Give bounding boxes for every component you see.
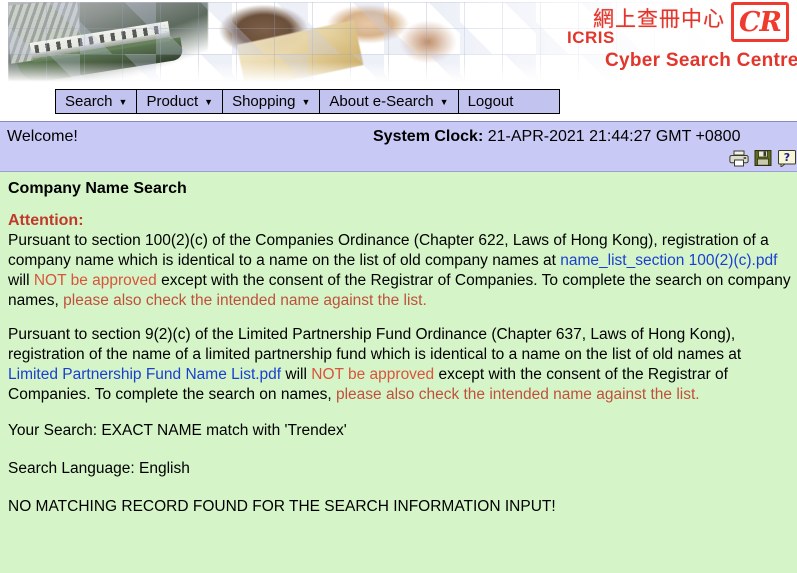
paragraph1-text-part2: will	[8, 272, 34, 289]
nav-item-logout[interactable]: Logout	[459, 90, 560, 113]
chevron-down-icon: ▼	[301, 97, 311, 107]
print-icon[interactable]	[729, 149, 749, 167]
nav-bar: Search ▼ Product ▼ Shopping ▼ About e-Se…	[55, 89, 561, 114]
page-title: Company Name Search	[8, 180, 187, 197]
brand-logo: 網上查冊中心 ICRIS Cyber Search Centre CR	[539, 2, 797, 80]
attention-heading: Attention:	[8, 212, 84, 229]
nav-item-search[interactable]: Search ▼	[56, 90, 138, 113]
paragraph2-notice-text: please also check the intended name agai…	[335, 386, 700, 403]
name-list-section-100-2-c-pdf-link[interactable]: name_list_section 100(2)(c).pdf	[560, 252, 777, 269]
nav-item-shopping[interactable]: Shopping ▼	[223, 90, 321, 113]
site-banner: 網上查冊中心 ICRIS Cyber Search Centre CR	[0, 0, 797, 85]
welcome-message: Welcome!	[7, 128, 78, 145]
paragraph2-text-part1: Pursuant to section 9(2)(c) of the Limit…	[8, 326, 742, 363]
status-bar: Welcome! System Clock: 21-APR-2021 21:44…	[0, 121, 797, 171]
main-navigation: Search ▼ Product ▼ Shopping ▼ About e-Se…	[0, 85, 797, 121]
paragraph1-notice-text: please also check the intended name agai…	[63, 292, 427, 309]
your-search-summary: Your Search: EXACT NAME match with 'Tren…	[8, 422, 347, 439]
no-matching-record-message: NO MATCHING RECORD FOUND FOR THE SEARCH …	[8, 498, 556, 515]
nav-item-label: Search	[65, 93, 113, 110]
nav-item-product[interactable]: Product ▼	[137, 90, 224, 113]
paragraph1-warning-text: NOT be approved	[33, 272, 157, 289]
chevron-down-icon: ▼	[439, 97, 449, 107]
nav-item-label: Logout	[467, 93, 514, 110]
notice-paragraph-limited-partnership-fund: Pursuant to section 9(2)(c) of the Limit…	[8, 325, 791, 405]
main-content: Company Name Search Attention: Pursuant …	[0, 171, 797, 573]
system-clock-value: 21-APR-2021 21:44:27 GMT +0800	[487, 128, 741, 145]
page-toolbar: ?	[729, 149, 797, 167]
notice-paragraph-companies-ordinance: Pursuant to section 100(2)(c) of the Com…	[8, 231, 791, 311]
logo-subtitle-text: Cyber Search Centre	[605, 50, 797, 71]
system-clock: System Clock: 21-APR-2021 21:44:27 GMT +…	[373, 128, 740, 146]
chevron-down-icon: ▼	[204, 97, 214, 107]
cr-logo-icon: CR	[731, 2, 789, 42]
system-clock-label: System Clock:	[373, 128, 484, 145]
logo-icris-text: ICRIS	[567, 28, 615, 47]
nav-item-about-e-search[interactable]: About e-Search ▼	[320, 90, 459, 113]
chevron-down-icon: ▼	[118, 97, 128, 107]
nav-item-label: Shopping	[232, 93, 296, 110]
paragraph2-warning-text: NOT be approved	[311, 366, 435, 383]
help-icon[interactable]: ?	[777, 149, 797, 167]
save-icon[interactable]	[753, 149, 773, 167]
search-language-summary: Search Language: English	[8, 460, 190, 477]
limited-partnership-fund-name-list-pdf-link[interactable]: Limited Partnership Fund Name List.pdf	[8, 366, 281, 383]
svg-text:?: ?	[784, 151, 790, 164]
nav-item-label: About e-Search	[329, 93, 434, 110]
nav-item-label: Product	[146, 93, 199, 110]
paragraph2-text-part2: will	[281, 366, 312, 383]
